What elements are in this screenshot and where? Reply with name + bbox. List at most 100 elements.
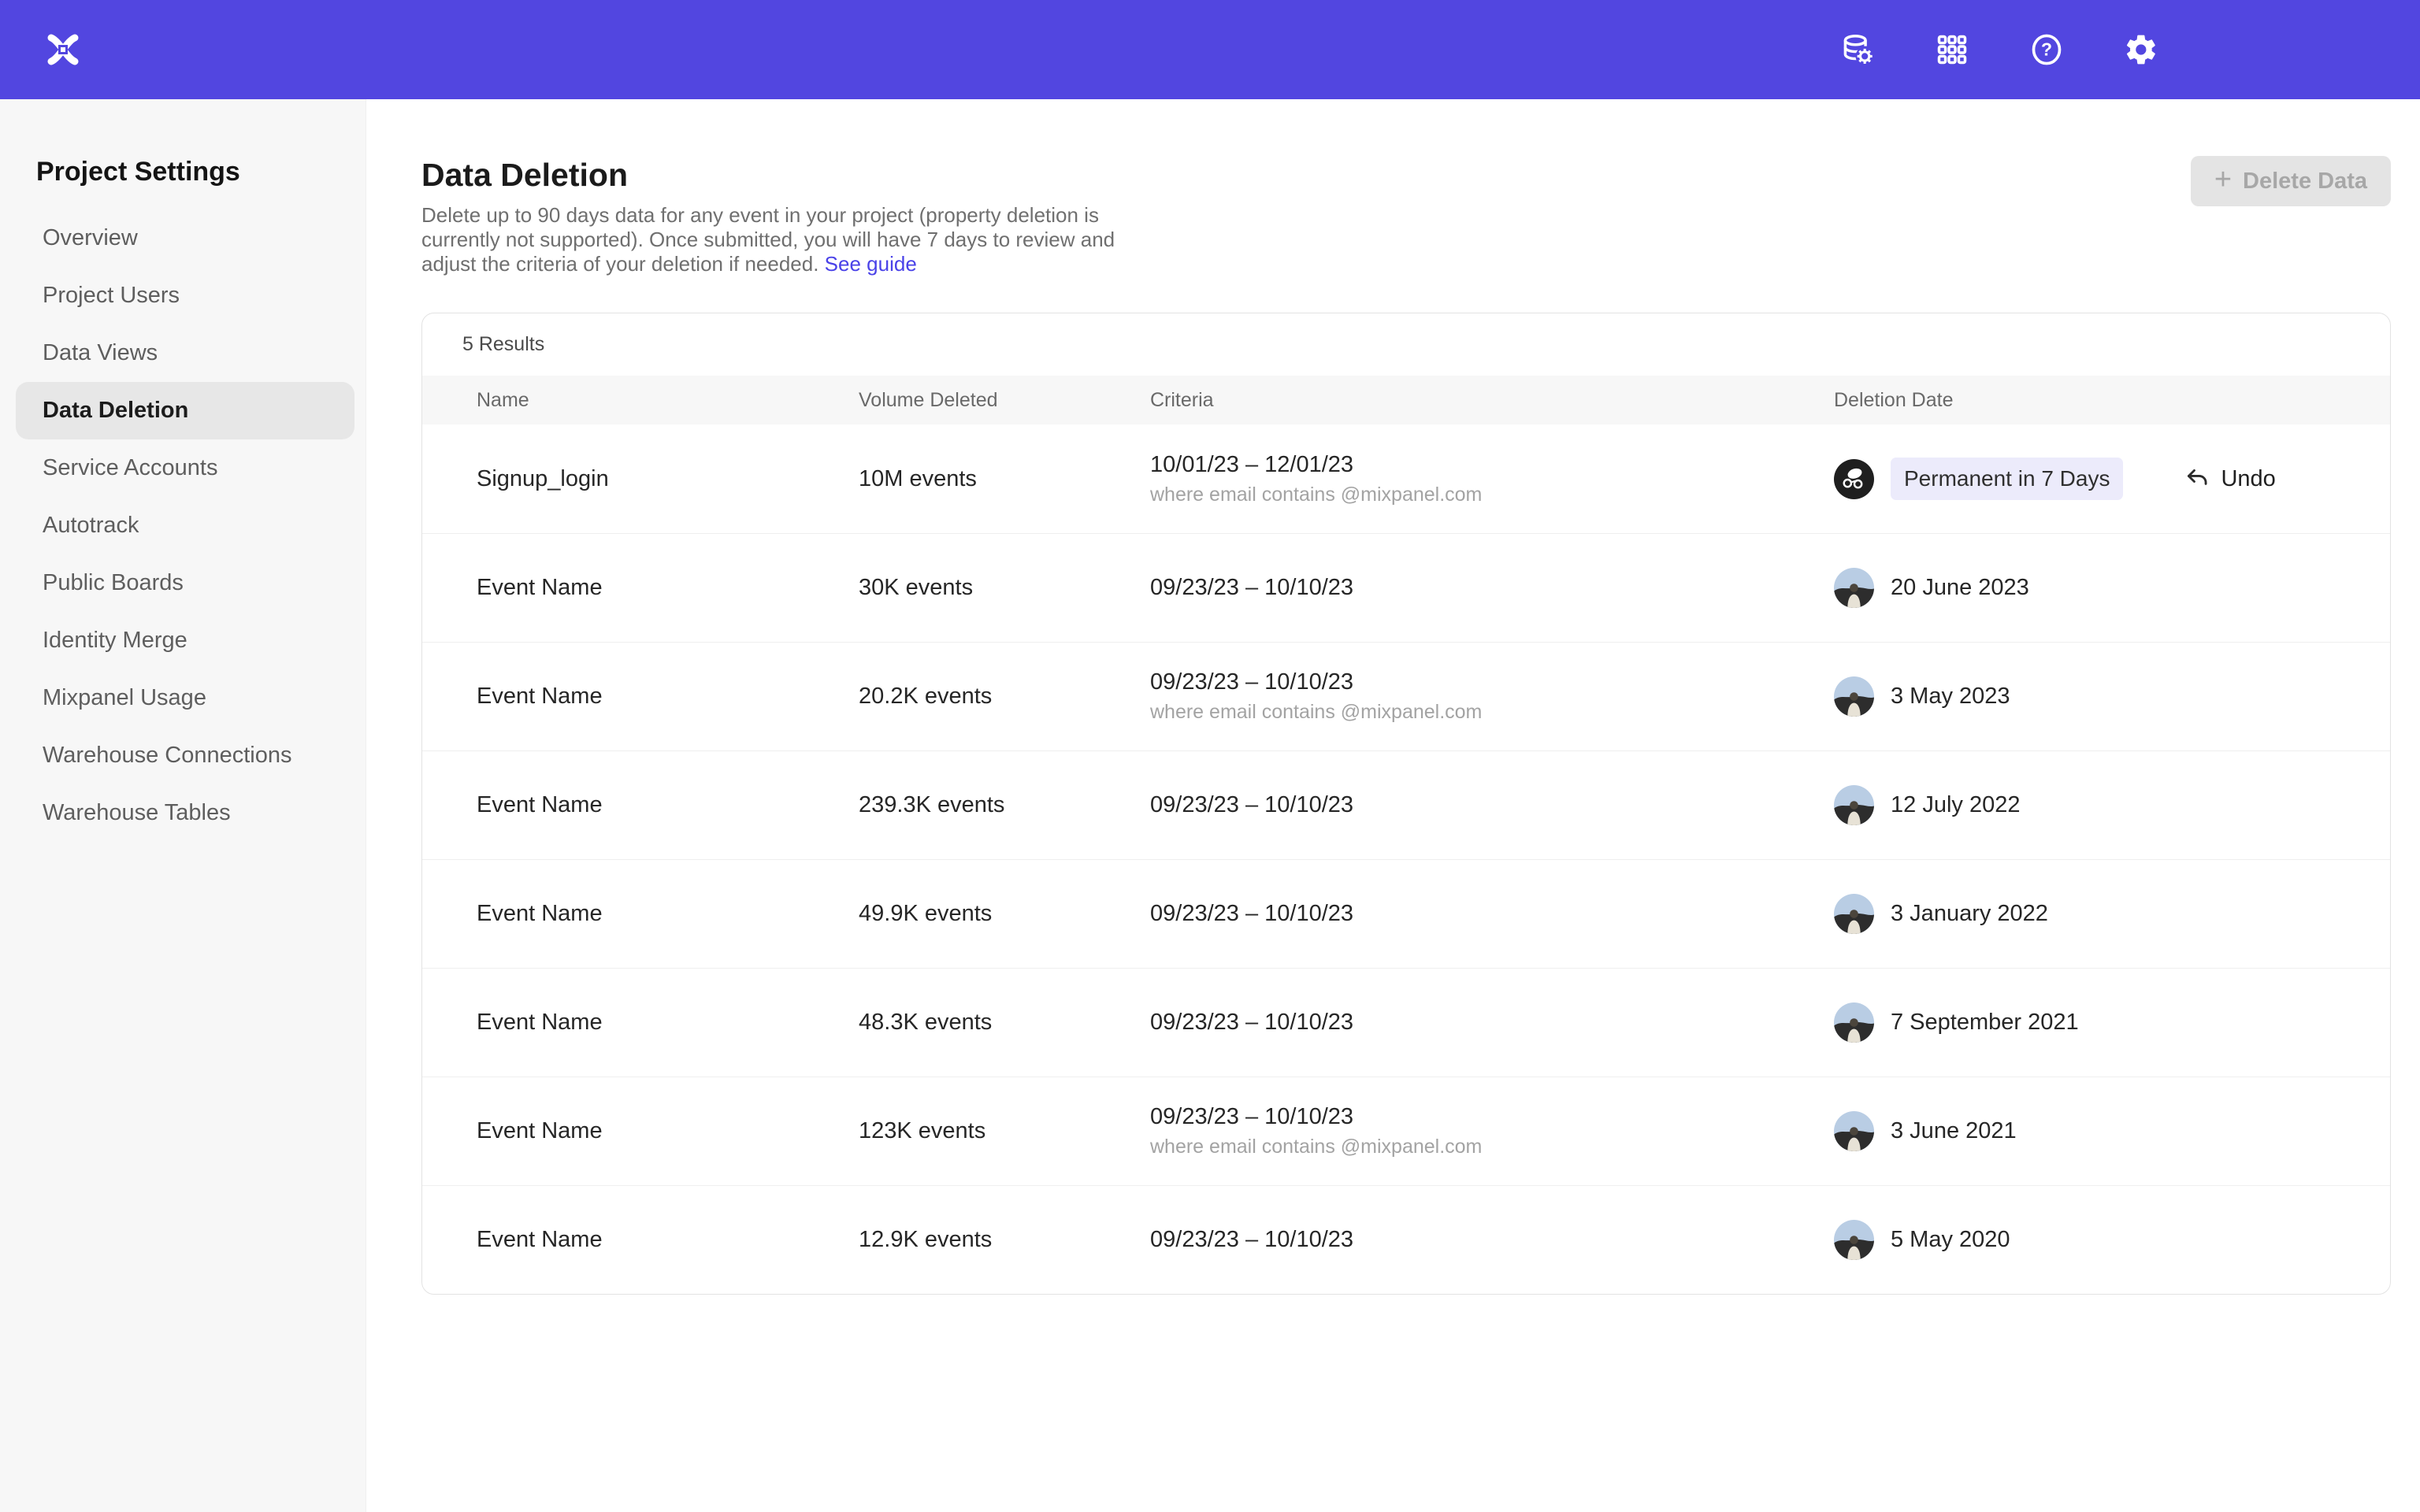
main-content: Data Deletion Delete up to 90 days data … xyxy=(366,99,2420,1512)
deletion-date: 3 January 2022 xyxy=(1891,901,2048,927)
event-name: Event Name xyxy=(477,901,859,927)
deletion-date-cell: 12 July 2022 xyxy=(1834,785,2390,825)
deletion-date: 7 September 2021 xyxy=(1891,1010,2079,1036)
svg-text:?: ? xyxy=(2041,39,2052,60)
mixpanel-logo-icon[interactable] xyxy=(44,31,82,69)
settings-icon[interactable] xyxy=(2124,32,2158,67)
user-avatar xyxy=(1834,568,1874,608)
user-avatar xyxy=(1834,1111,1874,1151)
user-avatar xyxy=(1834,1002,1874,1043)
help-icon[interactable]: ? xyxy=(2029,32,2064,67)
event-name: Event Name xyxy=(477,684,859,710)
user-avatar xyxy=(1834,894,1874,934)
table-row[interactable]: Event Name 12.9K events 09/23/23 – 10/10… xyxy=(422,1185,2390,1294)
column-header-criteria: Criteria xyxy=(1150,389,1834,412)
criteria-cell: 09/23/23 – 10/10/23 where email contains… xyxy=(1150,669,1834,724)
deletion-date-cell: 20 June 2023 xyxy=(1834,568,2390,608)
table-header-row: Name Volume Deleted Criteria Deletion Da… xyxy=(422,376,2390,424)
sidebar-item-mixpanel-usage[interactable]: Mixpanel Usage xyxy=(16,669,354,727)
sidebar-item-warehouse-tables[interactable]: Warehouse Tables xyxy=(16,784,354,842)
deletion-date-cell: 5 May 2020 xyxy=(1834,1220,2390,1260)
criteria-cell: 09/23/23 – 10/10/23 where email contains… xyxy=(1150,1104,1834,1158)
volume-deleted: 123K events xyxy=(859,1118,1150,1144)
criteria-range: 09/23/23 – 10/10/23 xyxy=(1150,1010,1834,1036)
sidebar-item-public-boards[interactable]: Public Boards xyxy=(16,554,354,612)
sidebar-item-warehouse-connections[interactable]: Warehouse Connections xyxy=(16,727,354,784)
sidebar-item-autotrack[interactable]: Autotrack xyxy=(16,497,354,554)
deletion-date: 5 May 2020 xyxy=(1891,1227,2010,1253)
deletion-date: 20 June 2023 xyxy=(1891,575,2029,601)
column-header-deletion-date: Deletion Date xyxy=(1834,389,2390,412)
sidebar-item-project-users[interactable]: Project Users xyxy=(16,267,354,324)
table-row[interactable]: Signup_login 10M events 10/01/23 – 12/01… xyxy=(422,424,2390,533)
criteria-range: 10/01/23 – 12/01/23 xyxy=(1150,452,1834,478)
sidebar-title: Project Settings xyxy=(36,154,366,189)
event-name: Event Name xyxy=(477,792,859,818)
sidebar-item-service-accounts[interactable]: Service Accounts xyxy=(16,439,354,497)
undo-icon xyxy=(2184,465,2210,492)
user-avatar xyxy=(1834,1220,1874,1260)
volume-deleted: 49.9K events xyxy=(859,901,1150,927)
results-count: 5 Results xyxy=(422,313,2390,376)
criteria-range: 09/23/23 – 10/10/23 xyxy=(1150,1104,1834,1130)
delete-data-button[interactable]: + Delete Data xyxy=(2191,156,2391,206)
user-avatar xyxy=(1834,785,1874,825)
event-name: Event Name xyxy=(477,575,859,601)
criteria-filter: where email contains @mixpanel.com xyxy=(1150,484,1834,506)
criteria-cell: 10/01/23 – 12/01/23 where email contains… xyxy=(1150,452,1834,506)
column-header-name: Name xyxy=(477,389,859,412)
table-row[interactable]: Event Name 123K events 09/23/23 – 10/10/… xyxy=(422,1077,2390,1185)
table-row[interactable]: Event Name 20.2K events 09/23/23 – 10/10… xyxy=(422,642,2390,750)
deletion-date-cell: 3 June 2021 xyxy=(1834,1111,2390,1151)
criteria-cell: 09/23/23 – 10/10/23 xyxy=(1150,575,1834,601)
deletion-table-card: 5 Results Name Volume Deleted Criteria D… xyxy=(421,313,2391,1295)
criteria-range: 09/23/23 – 10/10/23 xyxy=(1150,669,1834,695)
deletion-date: 12 July 2022 xyxy=(1891,792,2020,818)
volume-deleted: 10M events xyxy=(859,466,1150,492)
deletion-date: 3 May 2023 xyxy=(1891,684,2010,710)
event-name: Signup_login xyxy=(477,466,859,492)
criteria-range: 09/23/23 – 10/10/23 xyxy=(1150,901,1834,927)
criteria-filter: where email contains @mixpanel.com xyxy=(1150,701,1834,724)
status-badge: Permanent in 7 Days xyxy=(1891,458,2123,500)
event-name: Event Name xyxy=(477,1010,859,1036)
user-avatar xyxy=(1834,459,1874,499)
criteria-cell: 09/23/23 – 10/10/23 xyxy=(1150,1010,1834,1036)
deletion-date: 3 June 2021 xyxy=(1891,1118,2017,1144)
criteria-range: 09/23/23 – 10/10/23 xyxy=(1150,575,1834,601)
volume-deleted: 20.2K events xyxy=(859,684,1150,710)
table-row[interactable]: Event Name 49.9K events 09/23/23 – 10/10… xyxy=(422,859,2390,968)
volume-deleted: 12.9K events xyxy=(859,1227,1150,1253)
table-body: Signup_login 10M events 10/01/23 – 12/01… xyxy=(422,424,2390,1294)
table-row[interactable]: Event Name 30K events 09/23/23 – 10/10/2… xyxy=(422,533,2390,642)
settings-sidebar: Project Settings OverviewProject UsersDa… xyxy=(0,99,366,1512)
top-navigation-bar: ? xyxy=(0,0,2420,99)
sidebar-item-data-views[interactable]: Data Views xyxy=(16,324,354,382)
column-header-volume: Volume Deleted xyxy=(859,389,1150,412)
user-avatar xyxy=(1834,676,1874,717)
table-row[interactable]: Event Name 239.3K events 09/23/23 – 10/1… xyxy=(422,750,2390,859)
criteria-range: 09/23/23 – 10/10/23 xyxy=(1150,1227,1834,1253)
sidebar-item-identity-merge[interactable]: Identity Merge xyxy=(16,612,354,669)
event-name: Event Name xyxy=(477,1227,859,1253)
sidebar-item-overview[interactable]: Overview xyxy=(16,209,354,267)
deletion-date-cell: Permanent in 7 Days Undo xyxy=(1834,458,2390,500)
page-description: Delete up to 90 days data for any event … xyxy=(421,203,1115,276)
sidebar-item-data-deletion[interactable]: Data Deletion xyxy=(16,382,354,439)
sidebar-nav: OverviewProject UsersData ViewsData Dele… xyxy=(0,209,366,842)
table-row[interactable]: Event Name 48.3K events 09/23/23 – 10/10… xyxy=(422,968,2390,1077)
topbar-icon-group: ? xyxy=(1840,32,2158,67)
see-guide-link[interactable]: See guide xyxy=(825,252,917,276)
criteria-range: 09/23/23 – 10/10/23 xyxy=(1150,792,1834,818)
criteria-cell: 09/23/23 – 10/10/23 xyxy=(1150,792,1834,818)
data-settings-icon[interactable] xyxy=(1840,32,1875,67)
undo-button[interactable]: Undo xyxy=(2184,465,2275,492)
deletion-date-cell: 7 September 2021 xyxy=(1834,1002,2390,1043)
page-title: Data Deletion xyxy=(421,156,1115,194)
volume-deleted: 30K events xyxy=(859,575,1150,601)
apps-grid-icon[interactable] xyxy=(1935,32,1969,67)
volume-deleted: 239.3K events xyxy=(859,792,1150,818)
criteria-cell: 09/23/23 – 10/10/23 xyxy=(1150,1227,1834,1253)
criteria-cell: 09/23/23 – 10/10/23 xyxy=(1150,901,1834,927)
deletion-date-cell: 3 May 2023 xyxy=(1834,676,2390,717)
